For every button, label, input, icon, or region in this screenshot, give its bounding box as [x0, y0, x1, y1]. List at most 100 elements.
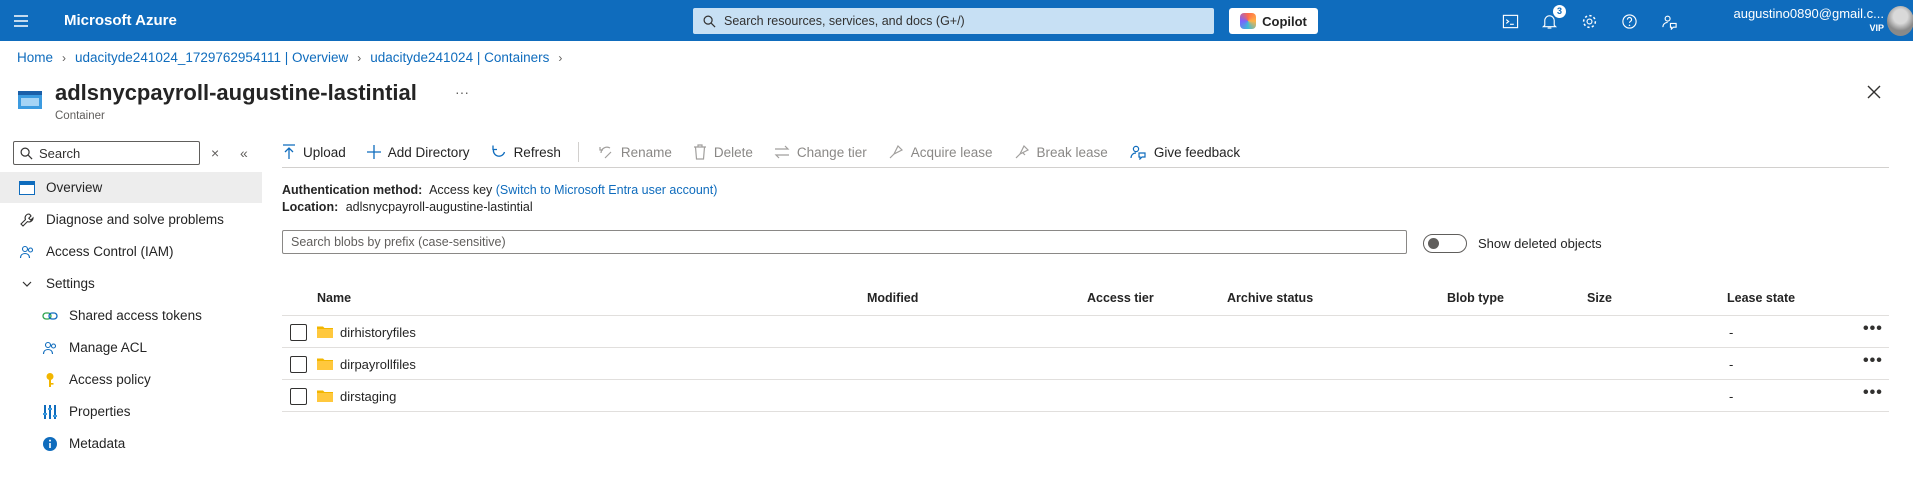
row-more-icon[interactable]: ••• [1863, 352, 1883, 370]
collapse-sidebar-icon[interactable]: « [240, 145, 248, 161]
table-row[interactable]: dirstaging - ••• [282, 380, 1889, 412]
folder-icon [317, 326, 333, 338]
notifications-icon[interactable]: 3 [1538, 5, 1566, 32]
break-lease-icon [1015, 144, 1029, 159]
overview-icon [18, 179, 36, 197]
chevron-right-icon: › [357, 50, 362, 65]
upload-icon [283, 144, 295, 159]
delete-label: Delete [713, 144, 753, 160]
sidebar-item-label: Access Control (IAM) [46, 244, 174, 259]
sidebar-item-settings[interactable]: Settings [0, 268, 262, 299]
sidebar-item-manage-acl[interactable]: Manage ACL [0, 332, 262, 363]
copilot-button[interactable]: Copilot [1229, 8, 1318, 34]
refresh-label: Refresh [513, 144, 561, 160]
sidebar-item-label: Settings [46, 276, 95, 291]
chevron-right-icon: › [62, 50, 67, 65]
row-more-icon[interactable]: ••• [1863, 384, 1883, 402]
upload-button[interactable]: Upload [282, 144, 346, 160]
auth-method-value: Access key [429, 183, 493, 197]
show-deleted-toggle[interactable] [1423, 234, 1467, 253]
acquire-lease-button[interactable]: Acquire lease [888, 144, 993, 160]
auth-method-line: Authentication method: Access key (Switc… [282, 183, 717, 197]
command-bar: Upload Add Directory Refresh Rename Dele… [282, 140, 1261, 164]
more-options-icon[interactable]: ··· [455, 84, 469, 100]
sidebar-item-label: Shared access tokens [69, 308, 202, 323]
column-header-archive-status[interactable]: Archive status [1227, 291, 1313, 305]
breadcrumb-home[interactable]: Home [17, 50, 53, 65]
give-feedback-button[interactable]: Give feedback [1129, 144, 1240, 160]
row-checkbox[interactable] [290, 388, 307, 405]
toolbar-divider-line [282, 167, 1889, 168]
sidebar-search-input[interactable]: Search [13, 141, 200, 165]
row-name[interactable]: dirpayrollfiles [340, 357, 416, 372]
sidebar-item-shared-access-tokens[interactable]: Shared access tokens [0, 300, 262, 331]
rename-button[interactable]: Rename [598, 144, 672, 160]
upload-label: Upload [303, 144, 346, 160]
global-search-input[interactable]: Search resources, services, and docs (G+… [693, 8, 1214, 34]
sidebar-item-access-policy[interactable]: Access policy [0, 364, 262, 395]
sidebar-item-metadata[interactable]: Metadata [0, 428, 262, 459]
column-header-size[interactable]: Size [1587, 291, 1612, 305]
account-tier: VIP [1869, 23, 1884, 33]
clear-filter-icon[interactable]: × [211, 145, 219, 161]
account-menu[interactable]: augustino0890@gmail.c... VIP [1709, 6, 1884, 34]
sidebar-item-iam[interactable]: Access Control (IAM) [0, 236, 262, 267]
column-header-access-tier[interactable]: Access tier [1087, 291, 1154, 305]
help-icon[interactable] [1618, 10, 1640, 32]
avatar[interactable] [1887, 6, 1913, 36]
breadcrumb-containers[interactable]: udacityde241024 | Containers [370, 50, 549, 65]
gear-icon[interactable] [1578, 10, 1600, 32]
auth-method-label: Authentication method: [282, 183, 423, 197]
location-value: adlsnycpayroll-augustine-lastintial [345, 200, 533, 214]
row-name[interactable]: dirstaging [340, 389, 396, 404]
sidebar-item-label: Manage ACL [69, 340, 148, 355]
rename-label: Rename [620, 144, 672, 160]
column-header-lease-state[interactable]: Lease state [1727, 291, 1795, 305]
column-header-blob-type[interactable]: Blob type [1447, 291, 1504, 305]
row-checkbox[interactable] [290, 324, 307, 341]
sidebar-item-overview[interactable]: Overview [0, 172, 262, 203]
column-header-name[interactable]: Name [317, 291, 351, 305]
location-line: Location: adlsnycpayroll-augustine-lasti… [282, 200, 533, 214]
container-icon [18, 91, 42, 109]
key-icon [41, 371, 59, 389]
info-icon [41, 435, 59, 453]
break-lease-button[interactable]: Break lease [1014, 144, 1108, 160]
feedback-icon [1130, 145, 1146, 160]
blob-prefix-search-input[interactable]: Search blobs by prefix (case-sensitive) [282, 230, 1407, 254]
feedback-icon[interactable] [1658, 10, 1680, 32]
copilot-label: Copilot [1262, 13, 1307, 29]
trash-icon [693, 144, 706, 160]
acquire-lease-label: Acquire lease [910, 144, 993, 160]
hamburger-icon[interactable] [0, 0, 42, 41]
table-row[interactable]: dirpayrollfiles - ••• [282, 348, 1889, 380]
column-header-modified[interactable]: Modified [867, 291, 918, 305]
swap-icon [774, 145, 790, 159]
close-icon[interactable] [1865, 83, 1883, 101]
row-lease-state: - [1729, 357, 1734, 372]
cloud-shell-icon[interactable] [1499, 10, 1521, 32]
add-directory-button[interactable]: Add Directory [366, 145, 470, 160]
copilot-icon [1240, 13, 1257, 29]
sidebar-item-label: Diagnose and solve problems [46, 212, 224, 227]
plus-icon [366, 145, 381, 159]
row-checkbox[interactable] [290, 356, 307, 373]
change-tier-button[interactable]: Change tier [774, 145, 867, 160]
sidebar-item-label: Properties [69, 404, 131, 419]
refresh-button[interactable]: Refresh [491, 144, 561, 160]
chevron-right-icon: › [558, 50, 563, 65]
delete-button[interactable]: Delete [693, 144, 753, 160]
row-name[interactable]: dirhistoryfiles [340, 325, 416, 340]
sidebar-item-diagnose[interactable]: Diagnose and solve problems [0, 204, 262, 235]
sidebar-item-label: Metadata [69, 436, 126, 451]
sidebar-search-placeholder: Search [39, 145, 81, 161]
chevron-down-icon [18, 275, 36, 293]
breadcrumb-storage-overview[interactable]: udacityde241024_1729762954111 | Overview [75, 50, 348, 65]
row-more-icon[interactable]: ••• [1863, 320, 1883, 338]
sidebar-item-properties[interactable]: Properties [0, 396, 262, 427]
switch-auth-link[interactable]: (Switch to Microsoft Entra user account) [496, 183, 718, 197]
table-row[interactable]: dirhistoryfiles - ••• [282, 316, 1889, 348]
sidebar-item-label: Access policy [69, 372, 151, 387]
brand-title[interactable]: Microsoft Azure [64, 12, 177, 29]
location-label: Location: [282, 200, 339, 214]
